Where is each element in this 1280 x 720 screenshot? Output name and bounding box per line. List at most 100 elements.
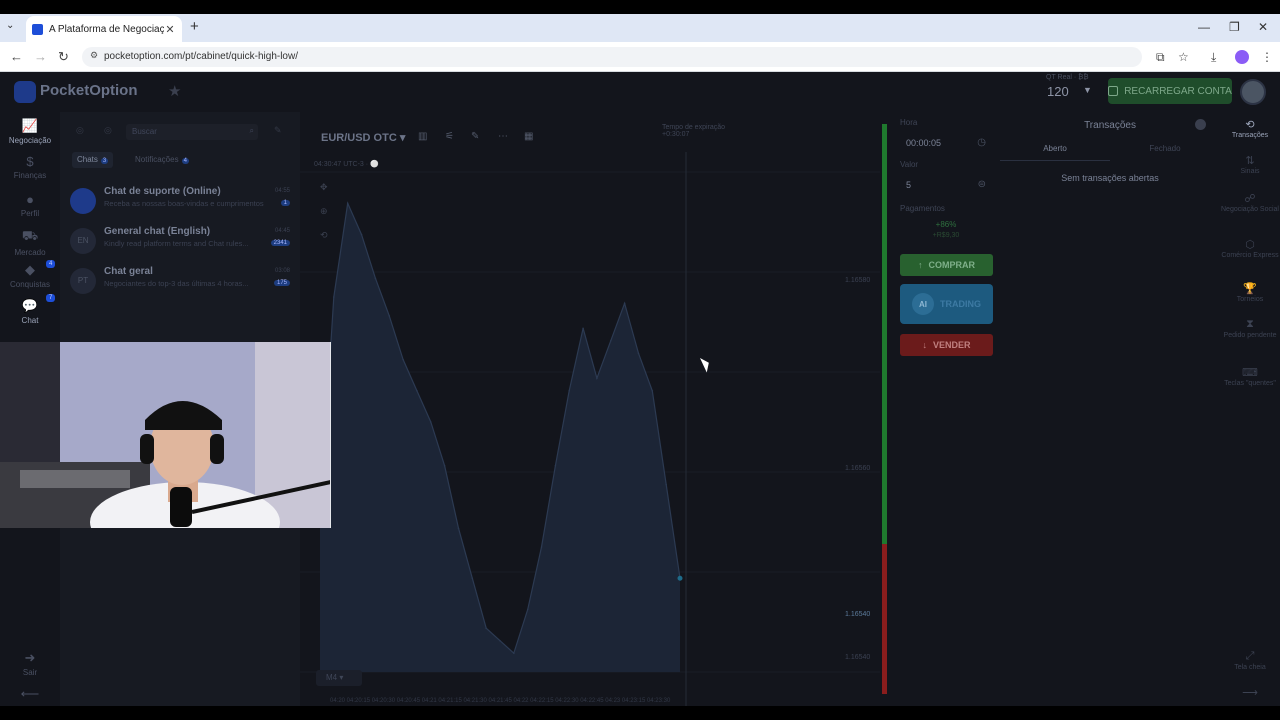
ai-trading-button[interactable]: AI TRADING <box>900 284 993 324</box>
price-point <box>651 389 654 392</box>
user-avatar[interactable] <box>1240 79 1266 105</box>
nav-exit[interactable]: ➜ Sair <box>0 650 60 677</box>
zoom-tool-icon[interactable]: ⊕ <box>320 206 328 217</box>
asset-selector[interactable]: EUR/USD OTC ▾ <box>321 131 405 144</box>
chat-unread-count: 175 <box>273 280 290 286</box>
price-point <box>609 339 612 342</box>
collapse-right-icon[interactable]: ⟶ <box>1220 686 1280 700</box>
account-balance[interactable]: 120 <box>1047 84 1069 99</box>
sell-label: VENDER <box>932 340 971 350</box>
url-field[interactable]: ⚙ pocketoption.com/pt/cabinet/quick-high… <box>82 47 1142 67</box>
tab-closed[interactable]: Fechado <box>1110 144 1220 153</box>
nav-transactions[interactable]: ⟲ Transações <box>1220 118 1280 139</box>
nav-trading[interactable]: 📈 Negociação <box>0 118 60 145</box>
indicators-icon[interactable]: ⚟ <box>445 131 454 142</box>
crosshair-tool-icon[interactable]: ✥ <box>320 182 328 193</box>
nav-social-trading[interactable]: ☍ Negociação Social <box>1220 192 1280 213</box>
profile-avatar[interactable] <box>1235 50 1249 64</box>
nav-label: Negociação <box>8 136 52 145</box>
tab-chats[interactable]: Chats 3 <box>72 152 114 168</box>
nav-pending-order[interactable]: ⧗ Pedido pendente <box>1220 318 1280 339</box>
nav-express[interactable]: ⬡ Comércio Express <box>1220 238 1280 259</box>
sell-button[interactable]: ↓ VENDER <box>900 334 993 356</box>
support-avatar <box>70 188 96 214</box>
price-point <box>457 527 460 530</box>
arrow-right-icon: ⟶ <box>1242 687 1258 699</box>
nav-label: Conquistas <box>9 280 51 289</box>
nav-label: Comércio Express <box>1221 252 1279 259</box>
tab-count: 3 <box>100 158 109 164</box>
recharge-label: RECARREGAR CONTA <box>1124 85 1232 97</box>
chat-item-general-en[interactable]: EN General chat (English) Kindly read pl… <box>68 226 294 262</box>
back-icon[interactable]: ← <box>10 49 23 64</box>
arrow-up-icon: ↑ <box>918 260 923 270</box>
chat-settings-icon[interactable]: ◎ <box>76 125 84 136</box>
reset-tool-icon[interactable]: ⟲ <box>320 230 328 241</box>
logo-icon[interactable] <box>14 81 36 103</box>
expiry-label: Tempo de expiração +0:30:07 <box>662 124 725 138</box>
nav-chat[interactable]: 💬 Chat 7 <box>0 294 60 325</box>
search-placeholder: Buscar <box>132 127 157 136</box>
nav-profile[interactable]: ● Perfil <box>0 192 60 218</box>
buy-button[interactable]: ↑ COMPRAR <box>900 254 993 276</box>
tab-notifications[interactable]: Notificações 4 <box>130 152 194 168</box>
nav-market[interactable]: ⛟ Mercado <box>0 228 60 257</box>
asset-name: EUR/USD OTC <box>321 132 397 144</box>
time-input[interactable]: 00:00:05 ◷ <box>900 134 992 154</box>
browser-menu-icon[interactable]: ⋮ <box>1261 50 1273 64</box>
nav-signals[interactable]: ⇅ Sinais <box>1220 154 1280 175</box>
tab-label: Chats <box>77 155 98 164</box>
reload-icon[interactable]: ↻ <box>58 49 69 65</box>
payout-amount: +R$9,30 <box>932 232 960 239</box>
nav-achievements[interactable]: ◆ Conquistas 4 <box>0 260 60 289</box>
close-tab-icon[interactable]: ✕ <box>164 23 176 36</box>
site-info-icon[interactable]: ⚙ <box>90 50 98 61</box>
new-message-icon[interactable]: ✎ <box>274 125 282 136</box>
favorite-star-icon[interactable]: ★ <box>168 82 181 100</box>
chat-filter-icon[interactable]: ◎ <box>104 125 112 136</box>
transactions-settings-icon[interactable] <box>1195 119 1206 130</box>
price-point <box>499 639 501 642</box>
nav-fullscreen[interactable]: ⤢ Tela cheia <box>1220 650 1280 671</box>
price-chart[interactable]: 1.16580 1.16560 1.16540 1.16540 04:20 04:20:… <box>300 112 880 706</box>
clock-icon[interactable]: ◷ <box>977 137 986 148</box>
new-tab-icon[interactable]: + <box>190 18 199 35</box>
nav-label: Teclas "quentes" <box>1224 380 1276 387</box>
collapse-sidebar-icon[interactable]: ⟵ <box>0 686 60 704</box>
currency-switch-icon[interactable]: ⊜ <box>978 179 986 190</box>
current-price-dot <box>677 575 683 581</box>
chat-item-general-pt[interactable]: PT Chat geral Negociantes do top-3 das ú… <box>68 266 294 302</box>
nav-finance[interactable]: $ Finanças <box>0 154 60 180</box>
recharge-button[interactable]: RECARREGAR CONTA <box>1108 78 1232 104</box>
chat-search-input[interactable]: Buscar ⌕ <box>126 124 258 140</box>
chart-type-icon[interactable]: ▥ <box>418 131 427 142</box>
browser-tab[interactable]: A Plataforma de Negociação M ✕ <box>26 16 182 42</box>
install-app-icon[interactable]: ⧉ <box>1156 50 1165 65</box>
logo-text[interactable]: PocketOption <box>40 82 138 99</box>
layout-grid-icon[interactable]: ▦ <box>524 131 533 142</box>
tab-open[interactable]: Aberto <box>1000 144 1110 153</box>
social-icon: ☍ <box>1244 193 1256 205</box>
amount-input[interactable]: 5 ⊜ <box>900 176 992 196</box>
close-window-icon[interactable]: ✕ <box>1258 20 1268 34</box>
minimize-icon[interactable]: — <box>1198 20 1210 34</box>
price-point <box>637 352 640 355</box>
restore-icon[interactable]: ❐ <box>1229 20 1240 34</box>
more-icon[interactable]: ⋯ <box>498 131 508 142</box>
chart-area[interactable]: 1.16580 1.16560 1.16540 1.16540 04:20 04:20:… <box>300 112 880 706</box>
nav-hotkeys[interactable]: ⌨ Teclas "quentes" <box>1220 366 1280 387</box>
chat-item-support[interactable]: Chat de suporte (Online) Receba as nossa… <box>68 186 294 222</box>
price-point <box>374 277 377 280</box>
timeframe-selector[interactable]: M4 ▾ <box>316 670 362 686</box>
tab-list-icon[interactable]: ⌄ <box>6 20 14 31</box>
time-label: Hora <box>900 118 918 127</box>
drawing-icon[interactable]: ✎ <box>471 131 479 142</box>
bookmark-star-icon[interactable]: ☆ <box>1178 50 1189 64</box>
account-dropdown-icon[interactable]: ▼ <box>1083 85 1092 95</box>
download-icon[interactable]: ⤓ <box>1211 50 1216 65</box>
price-point <box>568 389 571 392</box>
chat-name: Chat de suporte (Online) <box>104 186 221 197</box>
forward-icon[interactable]: → <box>34 49 47 64</box>
wallet-icon <box>1108 86 1119 96</box>
nav-tournaments[interactable]: 🏆 Torneios <box>1220 282 1280 303</box>
